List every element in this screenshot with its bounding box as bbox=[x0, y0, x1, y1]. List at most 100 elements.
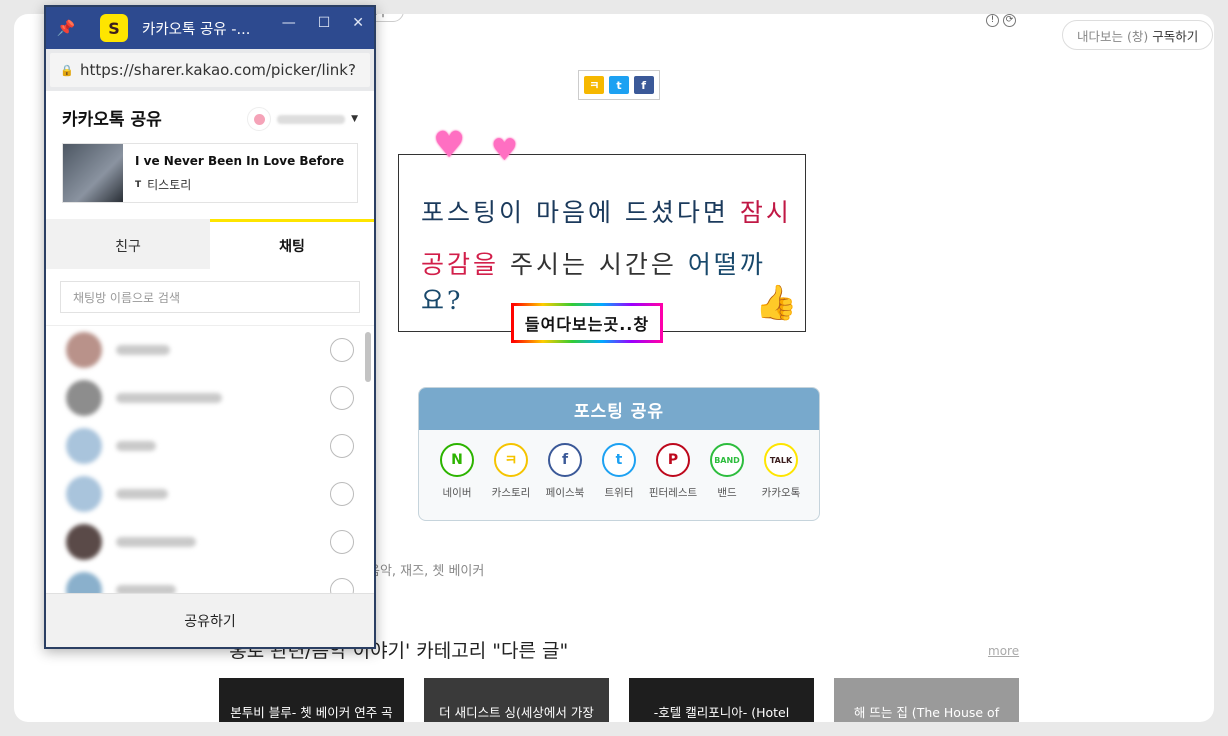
select-radio[interactable] bbox=[330, 338, 354, 362]
share-service-icon: N bbox=[440, 443, 474, 477]
sync-icon[interactable]: ⟳ bbox=[1003, 14, 1016, 27]
related-post-card[interactable]: 본투비 블루- 쳇 베이커 연주 곡 모음 bbox=[219, 678, 404, 722]
mini-share-bar: ㅋ t f bbox=[578, 70, 660, 100]
list-item[interactable] bbox=[46, 518, 374, 566]
tag-list[interactable]: 음악, 재즈, 쳇 베이커 bbox=[368, 560, 484, 579]
picker-tabs: 친구 채팅 bbox=[46, 219, 374, 269]
peek-label: 들여다보는곳..창 bbox=[511, 303, 663, 343]
chat-name-blurred bbox=[116, 489, 168, 499]
sympathy-banner: ♥ ♥ 포스팅이 마음에 드셨다면 잠시 공감을 주시는 시간은 어떨까요? 들… bbox=[398, 125, 806, 343]
list-item[interactable] bbox=[46, 374, 374, 422]
heart-icon: ♥ bbox=[433, 125, 466, 166]
thumbs-up-icon: 👍 bbox=[755, 283, 798, 323]
popup-titlebar[interactable]: 📌 S 카카오톡 공유 -... — ☐ ✕ bbox=[46, 7, 374, 49]
list-item[interactable] bbox=[46, 470, 374, 518]
avatar bbox=[66, 524, 102, 560]
related-post-card[interactable]: 더 새디스트 싱(세상에서 가장 슬픈 일)- Melanie bbox=[424, 678, 609, 722]
chat-list bbox=[46, 325, 374, 595]
kakaostory-logo-icon: S bbox=[100, 14, 128, 42]
share-5-button[interactable]: BAND 밴드 bbox=[707, 443, 747, 500]
posting-share-title: 포스팅 공유 bbox=[419, 388, 819, 430]
avatar bbox=[247, 107, 272, 131]
share-6-button[interactable]: TALK 카카오톡 bbox=[761, 443, 801, 500]
avatar bbox=[66, 380, 102, 416]
tab-friends[interactable]: 친구 bbox=[46, 219, 210, 269]
select-radio[interactable] bbox=[330, 482, 354, 506]
share-service-label: 트위터 bbox=[604, 487, 634, 499]
pin-icon[interactable]: 📌 bbox=[46, 19, 86, 37]
url-text: https://sharer.kakao.com/picker/link? bbox=[80, 61, 356, 79]
album-thumbnail bbox=[63, 144, 123, 202]
chat-name-blurred bbox=[116, 345, 170, 355]
avatar bbox=[66, 476, 102, 512]
heart-icon: ♥ bbox=[491, 133, 518, 168]
share-service-icon: f bbox=[548, 443, 582, 477]
url-field[interactable]: 🔒 https://sharer.kakao.com/picker/link? bbox=[50, 53, 370, 87]
list-item[interactable] bbox=[46, 422, 374, 470]
tistory-icon: T bbox=[135, 179, 142, 190]
share-0-button[interactable]: N 네이버 bbox=[437, 443, 477, 500]
related-post-card[interactable]: 해 뜨는 집 (The House of the Rising Sun-Anim… bbox=[834, 678, 1019, 722]
account-name-blurred bbox=[277, 114, 346, 124]
kakaostory-icon[interactable]: ㅋ bbox=[584, 76, 605, 94]
avatar bbox=[66, 332, 102, 368]
list-scrollbar[interactable] bbox=[365, 332, 371, 382]
share-service-label: 핀터레스트 bbox=[648, 487, 698, 499]
more-link[interactable]: more bbox=[988, 644, 1019, 658]
select-radio[interactable] bbox=[330, 386, 354, 410]
lock-icon: 🔒 bbox=[60, 63, 74, 77]
share-3-button[interactable]: t 트위터 bbox=[599, 443, 639, 500]
link-preview: I ve Never Been In Love Before - ⋯ T 티스토… bbox=[62, 143, 358, 203]
share-service-label: 네이버 bbox=[442, 487, 472, 499]
share-service-label: 페이스북 bbox=[545, 487, 585, 499]
blog-name: 내다보는 (창) bbox=[1077, 28, 1149, 44]
list-item[interactable] bbox=[46, 326, 374, 374]
posting-share-icons: N 네이버 ㅋ 카스토리 f 페이스북 t 트위터 P 핀터레스트 BAND 밴드 TALK 카카오톡 bbox=[419, 443, 819, 500]
link-source: T 티스토리 bbox=[135, 178, 192, 192]
subscribe-button[interactable]: 내다보는 (창) 구독하기 bbox=[1062, 20, 1214, 50]
share-service-icon: BAND bbox=[710, 443, 744, 477]
select-radio[interactable] bbox=[330, 530, 354, 554]
chat-name-blurred bbox=[116, 441, 156, 451]
share-service-label: 카스토리 bbox=[491, 487, 531, 499]
minimize-icon[interactable]: — bbox=[282, 15, 296, 31]
top-icons: ! ⟳ bbox=[986, 14, 1016, 27]
caret-down-icon: ▼ bbox=[351, 114, 358, 124]
share-4-button[interactable]: P 핀터레스트 bbox=[649, 443, 697, 500]
window-controls: — ☐ ✕ bbox=[282, 15, 364, 31]
chat-search-input[interactable]: 채팅방 이름으로 검색 bbox=[60, 281, 360, 313]
facebook-icon[interactable]: f bbox=[633, 76, 654, 94]
accessibility-icon[interactable]: ! bbox=[986, 14, 999, 27]
tab-chats[interactable]: 채팅 bbox=[210, 219, 374, 269]
share-service-icon: P bbox=[656, 443, 690, 477]
chat-name-blurred bbox=[116, 393, 222, 403]
posting-share-card: 포스팅 공유 N 네이버 ㅋ 카스토리 f 페이스북 t 트위터 P 핀터레스트 BAND 밴드 TAL… bbox=[418, 387, 820, 521]
account-selector[interactable]: ▼ bbox=[247, 107, 358, 131]
share-button[interactable]: 공유하기 bbox=[46, 593, 374, 647]
select-radio[interactable] bbox=[330, 434, 354, 458]
avatar bbox=[66, 428, 102, 464]
chat-name-blurred bbox=[116, 537, 196, 547]
popup-header: 카카오톡 공유 ▼ bbox=[46, 91, 374, 143]
share-service-label: 카카오톡 bbox=[761, 487, 801, 499]
share-service-label: 밴드 bbox=[717, 487, 737, 499]
related-post-card[interactable]: -호텔 캘리포니아- (Hotel California - Eagles : … bbox=[629, 678, 814, 722]
maximize-icon[interactable]: ☐ bbox=[318, 15, 331, 31]
popup-title: 카카오톡 공유 bbox=[62, 109, 162, 130]
avatar bbox=[66, 572, 102, 595]
share-1-button[interactable]: ㅋ 카스토리 bbox=[491, 443, 531, 500]
address-bar: 🔒 https://sharer.kakao.com/picker/link? bbox=[46, 49, 374, 91]
list-item[interactable] bbox=[46, 566, 374, 595]
close-icon[interactable]: ✕ bbox=[352, 15, 364, 31]
share-service-icon: t bbox=[602, 443, 636, 477]
subscribe-label: 구독하기 bbox=[1152, 28, 1199, 44]
share-2-button[interactable]: f 페이스북 bbox=[545, 443, 585, 500]
related-posts: 본투비 블루- 쳇 베이커 연주 곡 모음 더 새디스트 싱(세상에서 가장 슬… bbox=[219, 678, 1019, 722]
window-title: 카카오톡 공유 -... bbox=[142, 21, 251, 38]
share-service-icon: ㅋ bbox=[494, 443, 528, 477]
twitter-icon[interactable]: t bbox=[608, 76, 629, 94]
share-service-icon: TALK bbox=[764, 443, 798, 477]
link-title: I ve Never Been In Love Before - ⋯ bbox=[135, 154, 345, 168]
banner-line-1: 포스팅이 마음에 드셨다면 잠시 bbox=[421, 198, 792, 227]
kakao-share-popup: 📌 S 카카오톡 공유 -... — ☐ ✕ 🔒 https://sharer.… bbox=[44, 5, 376, 649]
